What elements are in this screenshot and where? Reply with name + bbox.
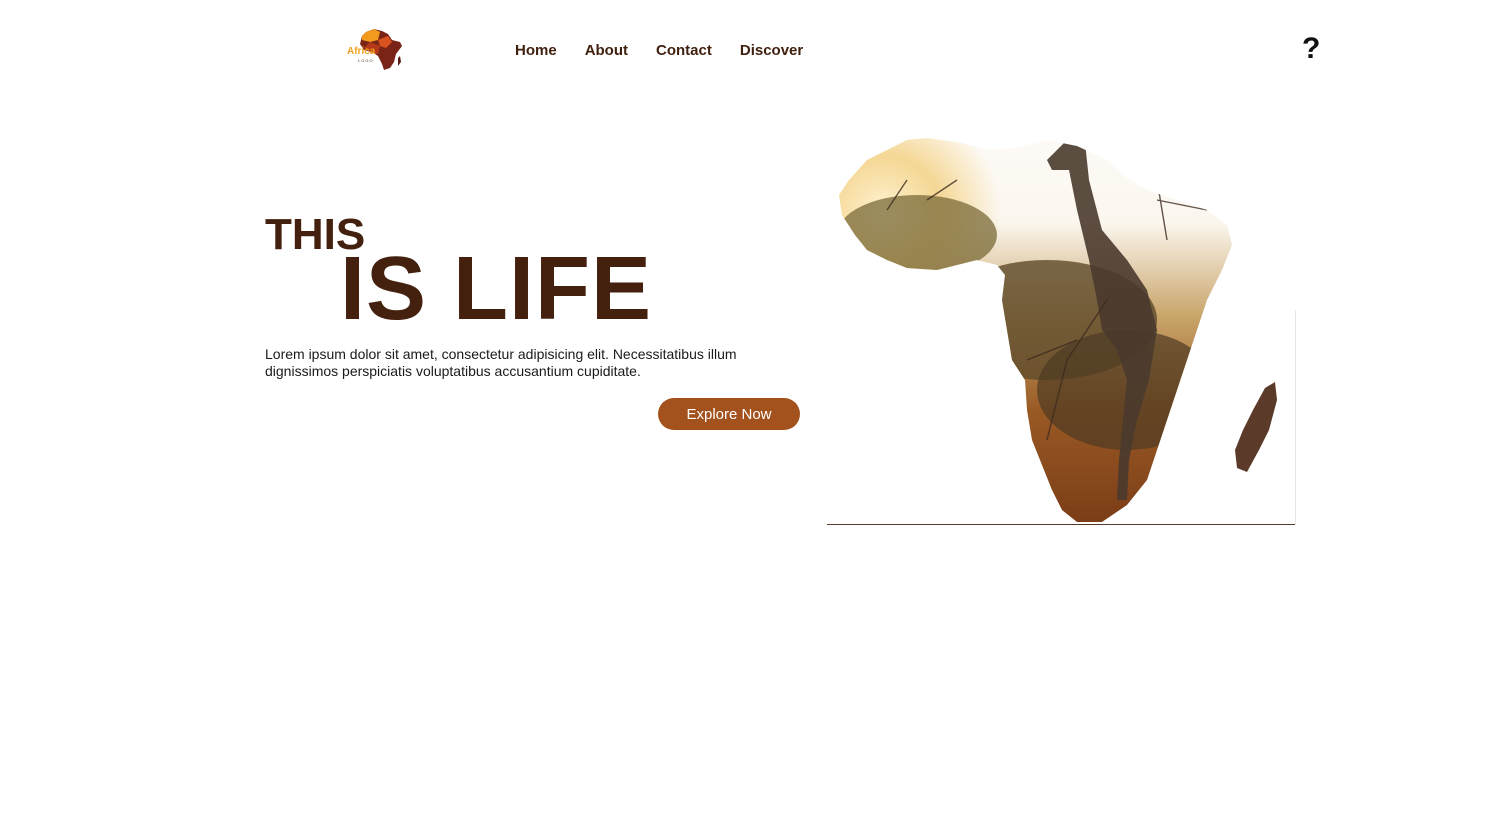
logo-text: Africa	[347, 46, 376, 57]
nav-home-link[interactable]: Home	[515, 42, 557, 60]
nav-discover-link[interactable]: Discover	[740, 42, 803, 60]
image-baseline-divider	[827, 524, 1296, 525]
nav-about-link[interactable]: About	[585, 42, 628, 60]
nav-contact-link[interactable]: Contact	[656, 42, 712, 60]
main-nav: Home About Contact Discover	[515, 42, 831, 60]
image-edge-divider	[1295, 310, 1296, 525]
hero-description: Lorem ipsum dolor sit amet, consectetur …	[265, 346, 737, 379]
hero-title-line2: IS LIFE	[340, 239, 653, 339]
question-mark-icon[interactable]: ?	[1302, 33, 1320, 65]
page: Africa LOGO Home About Contact Discover …	[0, 0, 1495, 819]
site-logo[interactable]: Africa LOGO	[344, 26, 406, 72]
logo-subtext: LOGO	[358, 58, 374, 63]
explore-now-button[interactable]: Explore Now	[658, 398, 800, 430]
africa-giraffe-map-image	[827, 60, 1297, 526]
